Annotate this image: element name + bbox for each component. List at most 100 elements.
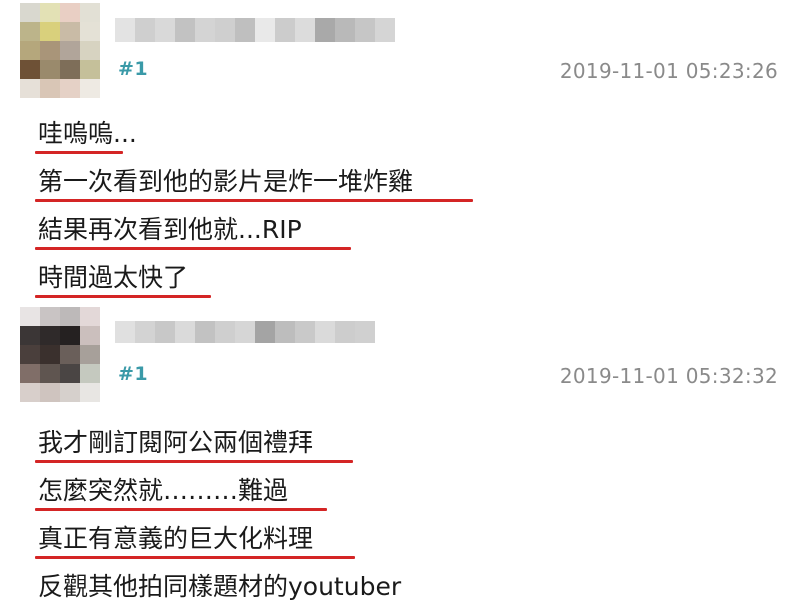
username-blur-block [215, 18, 235, 42]
username-blur-block [135, 18, 155, 42]
avatar-pixel [80, 383, 100, 402]
username-blur-block [275, 18, 295, 42]
comment-line: 真正有意義的巨大化料理 [35, 517, 738, 565]
username-blur-block [175, 321, 195, 343]
avatar-pixel [80, 22, 100, 41]
avatar-pixel [20, 307, 40, 326]
red-underline-mark [35, 151, 123, 154]
avatar-pixel [60, 60, 80, 79]
red-underline-mark [35, 295, 211, 298]
avatar-pixel [20, 22, 40, 41]
avatar-pixel [40, 79, 60, 98]
avatar-pixel [80, 307, 100, 326]
username-blur-block [335, 321, 355, 343]
avatar-pixel [40, 41, 60, 60]
avatar-pixel [60, 345, 80, 364]
username-blur-block [295, 18, 315, 42]
avatar-pixel [80, 41, 100, 60]
username-blur-block [195, 321, 215, 343]
avatar-pixel [20, 345, 40, 364]
avatar-pixel [40, 307, 60, 326]
avatar-pixel [20, 326, 40, 345]
avatar-pixel [60, 364, 80, 383]
avatar-pixel [20, 79, 40, 98]
comment-line: 第一次看到他的影片是炸一堆炸雞 [35, 160, 738, 208]
avatar-pixel [20, 41, 40, 60]
red-underline-mark [35, 247, 351, 250]
username-blur-block [235, 18, 255, 42]
avatar-pixel [40, 364, 60, 383]
comment-line-text: 哇嗚嗚... [38, 119, 137, 148]
username-blur-block [355, 321, 375, 343]
comment-line: 反觀其他拍同樣題材的youtuber [38, 565, 738, 613]
username-blur-block [175, 18, 195, 42]
post-timestamp: 2019-11-01 05:23:26 [559, 59, 778, 83]
username-blur-block [155, 321, 175, 343]
avatar-pixel [60, 41, 80, 60]
comment-body: 我才剛訂閱阿公兩個禮拜 怎麼突然就………難過 真正有意義的巨大化料理 反觀其他拍… [35, 421, 738, 613]
username-blur-block [115, 18, 135, 42]
avatar-pixel [60, 326, 80, 345]
username-blur-block [315, 18, 335, 42]
username-blur-block [255, 18, 275, 42]
floor-label: #1 [118, 363, 149, 385]
comment-line-text: 反觀其他拍同樣題材的youtuber [38, 572, 402, 601]
username-blur-block [275, 321, 295, 343]
comment-line: 怎麼突然就………難過 [35, 469, 738, 517]
username-blur-block [115, 321, 135, 343]
avatar-pixel [40, 383, 60, 402]
comment-line-text: 我才剛訂閱阿公兩個禮拜 [38, 428, 314, 457]
comment-line: 哇嗚嗚... [35, 112, 738, 160]
avatar-pixel [20, 364, 40, 383]
comment-line-text: 真正有意義的巨大化料理 [38, 524, 314, 553]
avatar-pixel [60, 383, 80, 402]
username-blur-block [195, 18, 215, 42]
username-blurred[interactable] [115, 18, 395, 42]
username-blur-block [315, 321, 335, 343]
username-blur-block [295, 321, 315, 343]
avatar-pixel [20, 383, 40, 402]
avatar-pixel [80, 79, 100, 98]
avatar-pixel [20, 3, 40, 22]
comment-line-text: 結果再次看到他就...RIP [38, 215, 302, 244]
comment-line-text: 怎麼突然就………難過 [38, 476, 289, 505]
avatar-pixel [60, 22, 80, 41]
post-timestamp: 2019-11-01 05:32:32 [559, 364, 778, 388]
comment-line: 結果再次看到他就...RIP [35, 208, 738, 256]
username-blur-block [355, 18, 375, 42]
username-blur-block [255, 321, 275, 343]
username-blur-block [155, 18, 175, 42]
avatar[interactable] [20, 3, 100, 98]
comment-body: 哇嗚嗚... 第一次看到他的影片是炸一堆炸雞 結果再次看到他就...RIP 時間… [35, 112, 738, 304]
comment-line: 我才剛訂閱阿公兩個禮拜 [35, 421, 738, 469]
avatar-pixel [60, 307, 80, 326]
red-underline-mark [35, 556, 355, 559]
red-underline-mark [35, 199, 473, 202]
username-blur-block [135, 321, 155, 343]
username-blur-block [215, 321, 235, 343]
avatar-pixel [60, 79, 80, 98]
avatar-pixel [80, 60, 100, 79]
username-blur-block [375, 18, 395, 42]
red-underline-mark [35, 508, 327, 511]
avatar-pixel [40, 345, 60, 364]
avatar-pixel [80, 326, 100, 345]
avatar-pixel [80, 3, 100, 22]
avatar-pixel [60, 3, 80, 22]
floor-label: #1 [118, 58, 149, 80]
avatar-pixel [20, 60, 40, 79]
username-blur-block [335, 18, 355, 42]
comment-line-text: 第一次看到他的影片是炸一堆炸雞 [38, 167, 414, 196]
avatar-pixel [80, 364, 100, 383]
avatar-pixel [40, 60, 60, 79]
avatar-pixel [40, 22, 60, 41]
avatar[interactable] [20, 307, 100, 402]
avatar-pixel [40, 326, 60, 345]
username-blur-block [235, 321, 255, 343]
avatar-pixel [40, 3, 60, 22]
comment-line-text: 時間過太快了 [38, 263, 189, 292]
avatar-pixel [80, 345, 100, 364]
red-underline-mark [35, 460, 353, 463]
comment-line: 時間過太快了 [35, 256, 738, 304]
username-blurred[interactable] [115, 321, 375, 343]
